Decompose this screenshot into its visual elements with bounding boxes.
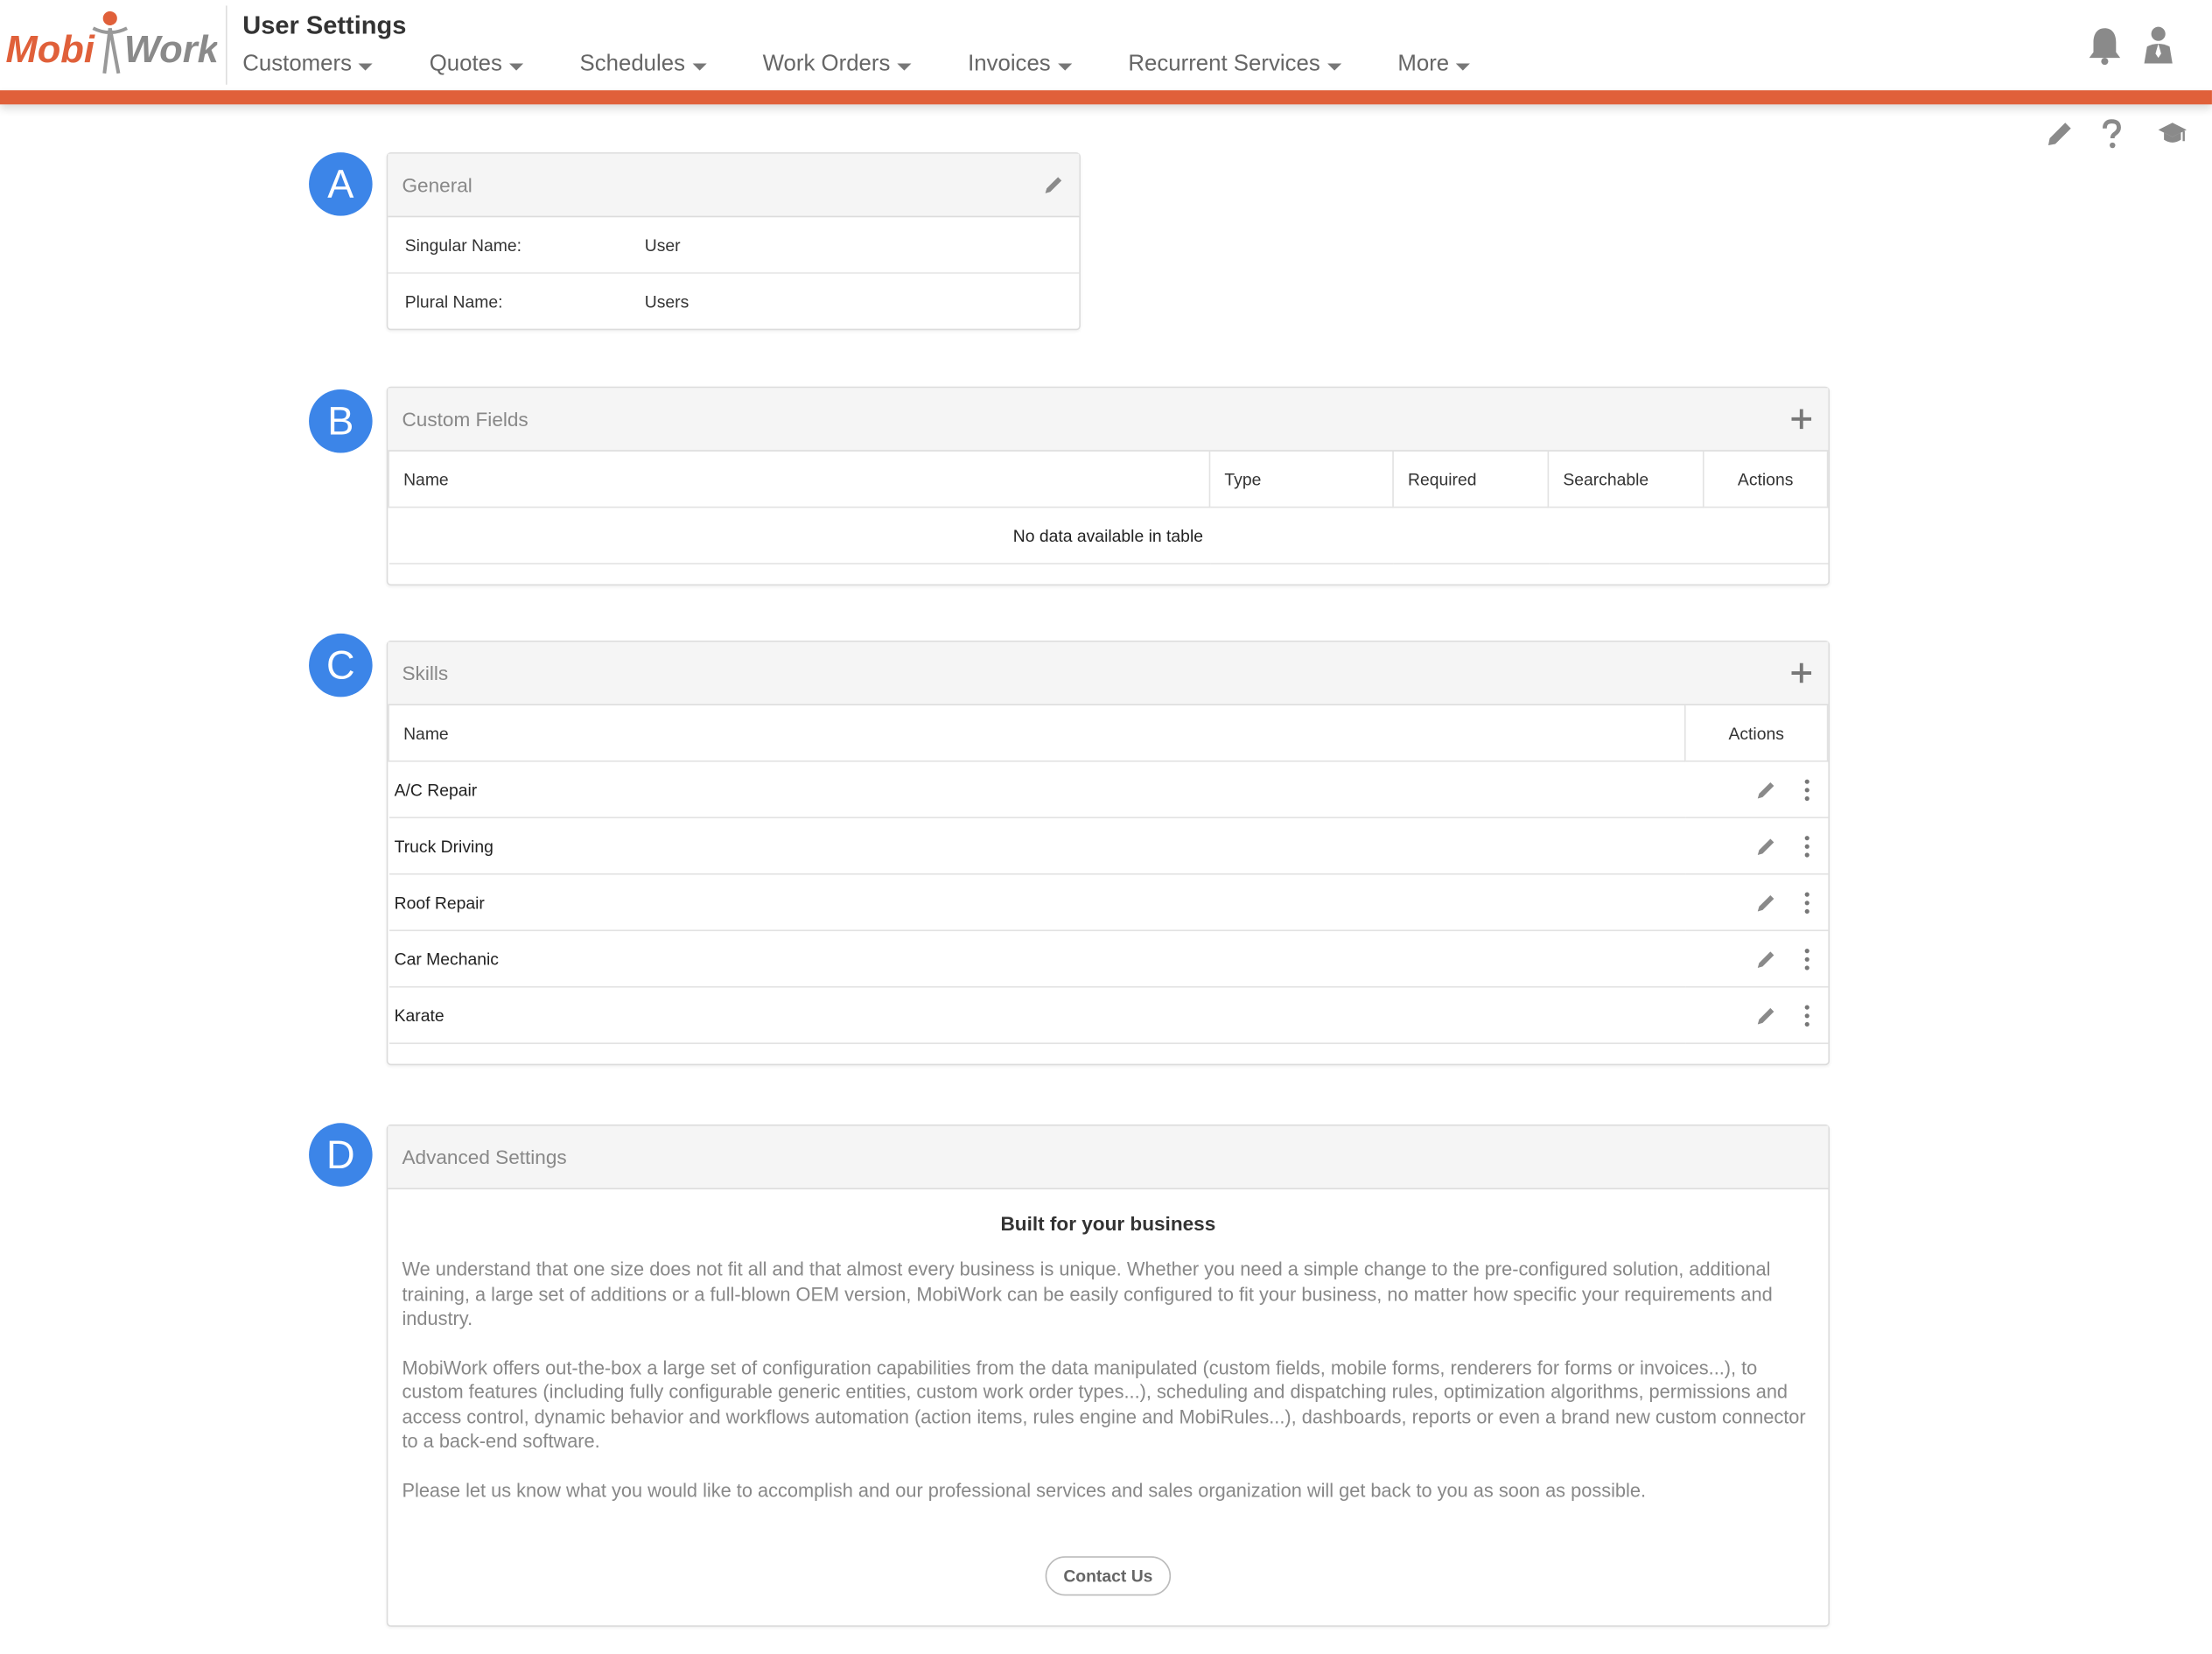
col-skill-actions: Actions bbox=[1684, 705, 1829, 762]
general-row-plural: Plural Name: Users bbox=[388, 274, 1079, 329]
advanced-paragraph: MobiWork offers out-the-box a large set … bbox=[402, 1356, 1806, 1452]
singular-name-value: User bbox=[644, 235, 681, 256]
custom-fields-panel: Custom Fields Name Type Required Searcha… bbox=[386, 386, 1830, 586]
top-header: Mobi Work User Settings Customers Quotes… bbox=[0, 0, 2212, 91]
caret-down-icon bbox=[692, 62, 707, 70]
singular-name-label: Singular Name: bbox=[404, 235, 522, 256]
advanced-paragraph: Please let us know what you would like t… bbox=[402, 1479, 1647, 1501]
skill-name: A/C Repair bbox=[388, 760, 1685, 819]
add-custom-field-icon[interactable] bbox=[1788, 406, 1814, 431]
nav-more[interactable]: More bbox=[1397, 53, 1471, 78]
skill-name: Roof Repair bbox=[388, 873, 1685, 932]
col-actions: Actions bbox=[1702, 451, 1829, 508]
table-row: Car Mechanic bbox=[388, 930, 1828, 988]
more-options-icon[interactable] bbox=[1802, 891, 1811, 914]
app-root: Mobi Work User Settings Customers Quotes… bbox=[0, 0, 2212, 1653]
edit-skill-icon[interactable] bbox=[1754, 778, 1777, 801]
skills-table: Name Actions A/C Repair Truck Driving Ro… bbox=[388, 705, 1829, 1045]
skills-panel: Skills Name Actions A/C Repair Truck Dri… bbox=[386, 640, 1830, 1066]
nav-work-orders[interactable]: Work Orders bbox=[763, 53, 912, 78]
main-nav: Customers Quotes Schedules Work Orders I… bbox=[242, 53, 1527, 78]
caret-down-icon bbox=[1326, 62, 1341, 70]
custom-fields-header: Custom Fields bbox=[388, 388, 1829, 452]
user-profile-icon[interactable] bbox=[2140, 25, 2177, 65]
section-badge-a: A bbox=[309, 152, 373, 216]
section-badge-c: C bbox=[309, 633, 373, 697]
skills-title: Skills bbox=[402, 662, 449, 684]
caret-down-icon bbox=[897, 62, 912, 70]
caret-down-icon bbox=[508, 62, 524, 70]
table-row: Karate bbox=[388, 986, 1828, 1045]
col-type[interactable]: Type bbox=[1208, 451, 1394, 508]
custom-fields-title: Custom Fields bbox=[402, 407, 528, 431]
add-skill-icon[interactable] bbox=[1788, 661, 1814, 686]
bell-icon[interactable] bbox=[2086, 25, 2123, 66]
plural-name-label: Plural Name: bbox=[404, 291, 503, 312]
advanced-settings-panel: Advanced Settings Built for your busines… bbox=[386, 1124, 1830, 1627]
caret-down-icon bbox=[1057, 62, 1072, 70]
plural-name-value: Users bbox=[644, 291, 690, 312]
edit-skill-icon[interactable] bbox=[1754, 891, 1777, 914]
skills-header: Skills bbox=[388, 641, 1829, 706]
nav-quotes[interactable]: Quotes bbox=[430, 53, 524, 78]
more-options-icon[interactable] bbox=[1802, 835, 1811, 858]
general-row-singular: Singular Name: User bbox=[388, 217, 1080, 274]
col-name[interactable]: Name bbox=[388, 451, 1211, 508]
col-skill-name[interactable]: Name bbox=[388, 705, 1686, 762]
page-title: User Settings bbox=[242, 11, 407, 40]
advanced-paragraph: We understand that one size does not fit… bbox=[402, 1258, 1773, 1329]
empty-table-message: No data available in table bbox=[388, 507, 1828, 564]
col-searchable[interactable]: Searchable bbox=[1547, 451, 1704, 508]
nav-customers[interactable]: Customers bbox=[242, 53, 374, 78]
skill-name: Car Mechanic bbox=[388, 930, 1685, 988]
general-panel-header: General bbox=[388, 153, 1080, 218]
edit-skill-icon[interactable] bbox=[1754, 835, 1777, 858]
edit-general-icon[interactable] bbox=[1042, 173, 1065, 196]
contact-us-button[interactable]: Contact Us bbox=[1045, 1556, 1172, 1596]
edit-page-icon[interactable] bbox=[2044, 118, 2075, 149]
skill-name: Karate bbox=[388, 986, 1685, 1045]
caret-down-icon bbox=[1456, 62, 1471, 70]
general-panel-title: General bbox=[402, 173, 472, 197]
table-row: Truck Driving bbox=[388, 817, 1828, 875]
nav-recurrent-services[interactable]: Recurrent Services bbox=[1128, 53, 1341, 78]
custom-fields-table: Name Type Required Searchable Actions No… bbox=[388, 451, 1829, 564]
advanced-settings-title: Advanced Settings bbox=[402, 1146, 567, 1168]
help-icon[interactable] bbox=[2096, 118, 2127, 149]
nav-invoices[interactable]: Invoices bbox=[968, 53, 1072, 78]
caret-down-icon bbox=[359, 62, 374, 70]
header-accent-bar bbox=[0, 90, 2212, 105]
logo-text-left: Mobi bbox=[5, 29, 94, 71]
more-options-icon[interactable] bbox=[1802, 948, 1811, 971]
nav-schedules[interactable]: Schedules bbox=[580, 53, 707, 78]
mobiwork-logo[interactable]: Mobi Work bbox=[5, 9, 217, 82]
edit-skill-icon[interactable] bbox=[1754, 1004, 1777, 1027]
section-badge-b: B bbox=[309, 389, 373, 453]
table-row: A/C Repair bbox=[388, 760, 1828, 819]
more-options-icon[interactable] bbox=[1802, 778, 1811, 801]
logo-text-right: Work bbox=[124, 29, 217, 71]
advanced-heading: Built for your business bbox=[1000, 1211, 1216, 1235]
table-row: Roof Repair bbox=[388, 873, 1828, 932]
graduation-cap-icon[interactable] bbox=[2157, 118, 2188, 149]
edit-skill-icon[interactable] bbox=[1754, 948, 1777, 971]
col-required[interactable]: Required bbox=[1392, 451, 1550, 508]
advanced-settings-header: Advanced Settings bbox=[388, 1125, 1829, 1190]
logo-divider bbox=[225, 5, 228, 85]
advanced-settings-body: Built for your business We understand th… bbox=[388, 1212, 1828, 1596]
section-badge-d: D bbox=[309, 1123, 373, 1187]
table-row: No data available in table bbox=[388, 507, 1828, 564]
more-options-icon[interactable] bbox=[1802, 1004, 1811, 1027]
skill-name: Truck Driving bbox=[388, 817, 1685, 875]
general-panel: General Singular Name: User Plural Name:… bbox=[386, 152, 1081, 331]
